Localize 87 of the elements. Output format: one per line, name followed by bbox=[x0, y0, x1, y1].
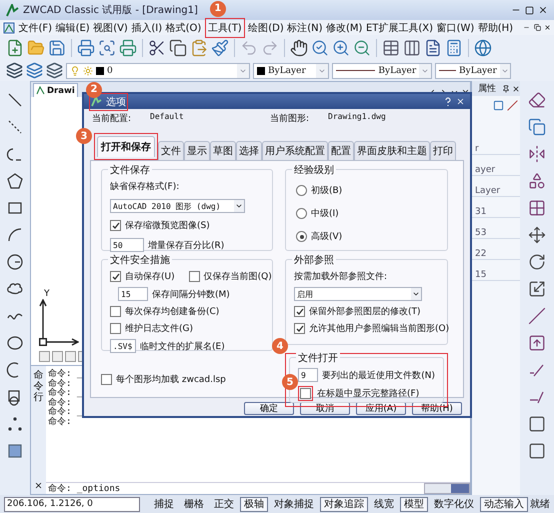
step-number: 3 bbox=[76, 128, 92, 144]
checkbox-label: 在标题中显示完整路径(F) bbox=[317, 388, 420, 400]
checkbox-label: 自动保存(U) bbox=[125, 270, 175, 283]
command-history-line: 命令: bbox=[48, 418, 72, 427]
panel-title: 属性 bbox=[478, 82, 496, 95]
menu-item[interactable]: 窗口(W) bbox=[436, 20, 474, 34]
drawing-name: Drawing1.dwg bbox=[328, 112, 387, 123]
extension-field[interactable]: .SV$ bbox=[110, 339, 136, 353]
status-toggle[interactable]: 动态输入 bbox=[480, 496, 528, 512]
status-toggle[interactable]: 对象追踪 bbox=[320, 496, 368, 512]
menu-item[interactable]: 文件(F) bbox=[18, 20, 52, 34]
command-window-label: 命令行 bbox=[34, 370, 44, 403]
checkbox-label: 每个图形均加载 zwcad.lsp bbox=[116, 374, 226, 386]
status-toggle[interactable]: 数字化仪 bbox=[430, 496, 478, 512]
profile-name: Default bbox=[150, 112, 185, 123]
menu-item[interactable]: 标注(N) bbox=[287, 20, 323, 34]
field-label: 缺省保存格式(F): bbox=[110, 180, 180, 193]
profile-label: 当前配置: bbox=[92, 112, 132, 125]
dialog-tab[interactable]: 用户系统配置 bbox=[262, 141, 328, 160]
step-number: 4 bbox=[272, 338, 288, 354]
command-history-line: 命令: _ bbox=[48, 408, 82, 417]
checkbox-label: 维护日志文件(G) bbox=[125, 322, 193, 335]
dialog-tab[interactable]: 配置 bbox=[328, 141, 354, 160]
dialog-tab[interactable]: 界面皮肤和主题 bbox=[354, 141, 430, 160]
command-input[interactable]: 命令: _options bbox=[46, 482, 424, 495]
radio-label: 高级(V) bbox=[311, 230, 342, 243]
checkbox-label: 仅保存当前图(Q) bbox=[204, 270, 272, 283]
number-field[interactable]: 15 bbox=[118, 287, 148, 301]
step-number: 5 bbox=[282, 374, 298, 390]
radio-label: 中级(I) bbox=[311, 208, 339, 220]
number-field[interactable]: 9 bbox=[298, 368, 318, 382]
menu-item[interactable]: 插入(I) bbox=[131, 20, 162, 34]
dialog-tab[interactable]: 选择 bbox=[236, 141, 262, 160]
dialog-tab[interactable]: 打印 bbox=[430, 141, 456, 160]
menu-item[interactable]: 工具(T) bbox=[208, 20, 242, 34]
status-toggle[interactable]: 线宽 bbox=[370, 496, 398, 512]
dialog-tab[interactable]: 文件 bbox=[158, 141, 184, 160]
group-title: 文件保存 bbox=[108, 163, 152, 177]
field-label: 按需加载外部参照文件: bbox=[294, 270, 388, 283]
lineweight-dropdown[interactable]: ByLayer bbox=[435, 62, 511, 78]
status-toggle[interactable]: 捕捉 bbox=[150, 496, 178, 512]
group-title: 文件安全措施 bbox=[108, 253, 172, 267]
drawing-label: 当前图形: bbox=[270, 112, 310, 125]
checkbox-label: 保存缩微预览图像(S) bbox=[125, 220, 210, 232]
status-text: 就绪 bbox=[530, 498, 550, 511]
window-title: ZWCAD Classic 试用版 - [Drawing1] bbox=[23, 4, 198, 17]
axis-label: Y bbox=[44, 289, 50, 299]
status-toggle[interactable]: 正交 bbox=[210, 496, 238, 512]
dialog-tab[interactable]: 显示 bbox=[184, 141, 210, 160]
command-history-line: 命令: bbox=[48, 398, 72, 408]
status-toggle[interactable]: 栅格 bbox=[180, 496, 208, 512]
menu-item[interactable]: 视图(V) bbox=[93, 20, 128, 34]
number-field[interactable]: 50 bbox=[110, 238, 144, 252]
status-toggle[interactable]: 模型 bbox=[400, 496, 428, 512]
menu-item[interactable]: ET扩展工具(X) bbox=[366, 20, 434, 34]
checkbox-label: 允许其他用户参照编辑当前图形(O) bbox=[309, 322, 450, 335]
menu-item[interactable]: 修改(M) bbox=[326, 20, 362, 34]
status-toggle[interactable]: 极轴 bbox=[240, 496, 268, 512]
field-label: 临时文件的扩展名(E) bbox=[140, 340, 225, 352]
checkbox-label: 保留外部参照图层的修改(T) bbox=[309, 306, 421, 318]
drawing-tab[interactable]: Drawi bbox=[33, 83, 78, 97]
xref-dropdown[interactable]: 启用 bbox=[294, 287, 422, 301]
command-history-line: 命令: bbox=[48, 380, 72, 388]
dialog-title: 选项 bbox=[106, 96, 126, 108]
menu-item[interactable]: 编辑(E) bbox=[56, 20, 90, 34]
color-dropdown[interactable]: ByLayer bbox=[253, 62, 329, 78]
dialog-tab[interactable]: 草图 bbox=[210, 141, 236, 160]
group-title: 文件打开 bbox=[296, 351, 340, 365]
group-title: 外部参照 bbox=[292, 253, 336, 267]
field-label: 增量保存百分比(R) bbox=[148, 240, 224, 252]
menu-item[interactable]: 帮助(H) bbox=[478, 20, 514, 34]
radio-label: 初级(B) bbox=[311, 184, 342, 197]
layer-dropdown[interactable]: 0 bbox=[66, 62, 250, 78]
dialog-button[interactable]: 确定 bbox=[244, 402, 294, 415]
format-dropdown[interactable]: AutoCAD 2010 图形 (dwg) bbox=[110, 199, 245, 213]
menu-item[interactable]: 格式(O) bbox=[166, 20, 202, 34]
menu-item[interactable]: 绘图(D) bbox=[248, 20, 284, 34]
coordinates-display: 206.106, 1.2126, 0 bbox=[4, 496, 140, 512]
dialog-tab[interactable]: 打开和保存 bbox=[97, 136, 155, 157]
command-history-line: 命令: _ bbox=[48, 389, 82, 398]
command-history-line: 命令: _ bbox=[48, 370, 82, 379]
field-label: 要列出的最近使用文件数(N) bbox=[322, 370, 435, 382]
status-toggle[interactable]: 对象捕捉 bbox=[270, 496, 318, 512]
field-label: 保存间隔分钟数(M) bbox=[152, 288, 230, 300]
linetype-dropdown[interactable]: ByLayer bbox=[332, 62, 432, 78]
group-title: 经验级别 bbox=[292, 163, 336, 177]
checkbox-label: 每次保存均创建备份(C) bbox=[125, 306, 220, 318]
